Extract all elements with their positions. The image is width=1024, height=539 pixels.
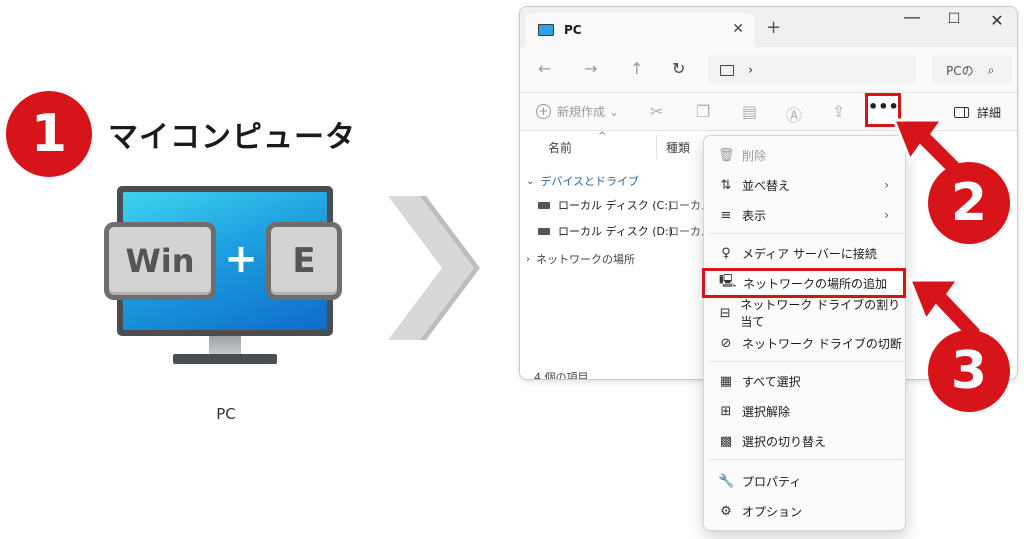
win-key: Win <box>104 222 216 300</box>
step-1-badge: 1 <box>6 91 92 177</box>
forward-icon[interactable]: → <box>584 59 597 78</box>
map-drive-icon: ⊟ <box>719 305 731 321</box>
trash-icon: 🗑 <box>718 147 735 163</box>
column-separator <box>656 135 657 159</box>
chevron-down-icon: ⌄ <box>526 175 535 187</box>
cut-icon[interactable]: ✂ <box>650 102 663 121</box>
chevron-right-icon <box>388 196 480 340</box>
status-item-count: 4 個の項目 <box>534 371 589 380</box>
pc-caption: PC <box>216 405 236 423</box>
menu-item-properties[interactable]: 🔧 プロパティ <box>704 466 905 496</box>
menu-item-map-network-drive[interactable]: ⊟ ネットワーク ドライブの割り当て <box>704 298 905 329</box>
step-3-badge: 3 <box>928 330 1010 412</box>
network-location-icon: 🖳 <box>719 274 737 289</box>
select-none-icon: ⊞ <box>720 403 732 419</box>
select-all-icon: ▦ <box>719 373 733 389</box>
menu-separator <box>708 459 903 460</box>
navigation-bar: ← → ↑ ↻ › PCの ⌕ <box>520 47 1017 93</box>
rename-icon[interactable]: Ⓐ <box>786 102 802 126</box>
menu-item-sort[interactable]: ⇅ 並べ替え › <box>704 170 905 200</box>
back-icon[interactable]: ← <box>538 59 551 78</box>
menu-item-label: 選択の切り替え <box>742 434 827 449</box>
menu-item-label: 表示 <box>742 208 767 223</box>
column-header-type[interactable]: 種類 <box>666 139 690 156</box>
properties-icon: 🔧 <box>718 473 735 489</box>
menu-item-label: ネットワークの場所の追加 <box>743 276 888 291</box>
refresh-icon[interactable]: ↻ <box>672 59 685 78</box>
copy-icon[interactable]: ❐ <box>696 102 710 121</box>
options-icon: ⚙ <box>720 503 732 519</box>
drive-icon <box>538 201 550 209</box>
menu-item-label: プロパティ <box>742 474 802 489</box>
view-icon: ≡ <box>720 207 732 223</box>
drive-name: ローカル ディスク (D:) <box>558 225 673 238</box>
sort-caret-icon: ^ <box>598 131 607 142</box>
menu-item-label: ネットワーク ドライブの切断 <box>742 336 902 351</box>
up-icon[interactable]: ↑ <box>630 59 643 78</box>
menu-item-label: 並べ替え <box>742 178 791 193</box>
chevron-right-icon: › <box>526 253 530 265</box>
menu-item-delete[interactable]: 🗑 削除 <box>704 140 905 170</box>
new-tab-button[interactable]: + <box>766 17 781 38</box>
group-devices[interactable]: ⌄ デバイスとドライブ <box>526 173 639 189</box>
group-label: ネットワークの場所 <box>536 253 635 266</box>
menu-item-label: オプション <box>742 504 803 519</box>
menu-item-label: メディア サーバーに接続 <box>742 246 877 261</box>
menu-item-options[interactable]: ⚙ オプション <box>704 496 905 526</box>
menu-separator <box>708 233 903 234</box>
step-1-title: マイコンピュータ <box>108 120 356 155</box>
menu-item-select-all[interactable]: ▦ すべて選択 <box>704 366 905 396</box>
breadcrumb-separator[interactable]: › <box>748 63 753 78</box>
address-bar[interactable]: › <box>708 55 916 85</box>
menu-item-select-none[interactable]: ⊞ 選択解除 <box>704 396 905 426</box>
search-box[interactable]: PCの ⌕ <box>932 55 1012 85</box>
paste-icon[interactable]: ▤ <box>742 102 757 121</box>
drive-name: ローカル ディスク (C:) <box>558 199 673 212</box>
media-server-icon: ♀ <box>721 245 731 261</box>
new-label: 新規作成 <box>557 105 606 119</box>
monitor-icon <box>720 64 734 76</box>
invert-selection-icon: ▩ <box>719 433 733 449</box>
menu-item-media-server[interactable]: ♀ メディア サーバーに接続 <box>704 238 905 268</box>
menu-separator <box>708 361 903 362</box>
disconnect-drive-icon: ⊘ <box>720 335 732 351</box>
share-icon[interactable]: ⇪ <box>832 102 845 121</box>
plus-sign: + <box>224 236 258 282</box>
chevron-down-icon: ⌄ <box>609 104 620 119</box>
drive-icon <box>538 227 550 235</box>
monitor-neck <box>209 336 241 356</box>
close-window-button[interactable]: ✕ <box>975 11 1017 30</box>
monitor-base <box>173 354 277 364</box>
minimize-button[interactable]: — <box>890 7 934 28</box>
search-icon: ⌕ <box>987 62 995 77</box>
plus-circle-icon: + <box>536 104 551 119</box>
menu-item-disconnect-network-drive[interactable]: ⊘ ネットワーク ドライブの切断 <box>704 328 905 358</box>
new-button[interactable]: + 新規作成 ⌄ <box>536 103 619 120</box>
group-label: デバイスとドライブ <box>540 175 640 188</box>
e-key: E <box>266 222 342 300</box>
sort-icon: ⇅ <box>720 177 732 193</box>
tab-close-icon[interactable]: ✕ <box>732 21 744 37</box>
menu-item-label: 削除 <box>742 148 767 163</box>
maximize-button[interactable]: ☐ <box>932 11 976 27</box>
menu-item-invert-selection[interactable]: ▩ 選択の切り替え <box>704 426 905 456</box>
step-1-heading: 1 マイコンピュータ <box>6 91 356 177</box>
title-bar: PC ✕ + — ☐ ✕ <box>520 7 1017 47</box>
menu-item-label: すべて選択 <box>742 374 801 389</box>
menu-item-add-network-location[interactable]: 🖳 ネットワークの場所の追加 <box>702 268 906 298</box>
search-placeholder: PCの <box>946 63 974 78</box>
menu-item-label: 選択解除 <box>742 404 791 419</box>
list-item[interactable]: ローカル ディスク (C:) <box>538 197 672 213</box>
pc-icon <box>538 24 554 36</box>
list-item[interactable]: ローカル ディスク (D:) <box>538 223 673 239</box>
column-header-name[interactable]: 名前 <box>548 139 572 156</box>
menu-item-view[interactable]: ≡ 表示 › <box>704 200 905 230</box>
step-2-badge: 2 <box>928 162 1010 244</box>
tab-title: PC <box>564 23 582 37</box>
group-network[interactable]: › ネットワークの場所 <box>526 251 635 267</box>
more-options-menu: 🗑 削除 ⇅ 並べ替え › ≡ 表示 › ♀ メディア サーバーに接続 🖳 ネッ… <box>702 135 906 531</box>
tab-pc[interactable]: PC ✕ <box>526 13 754 47</box>
